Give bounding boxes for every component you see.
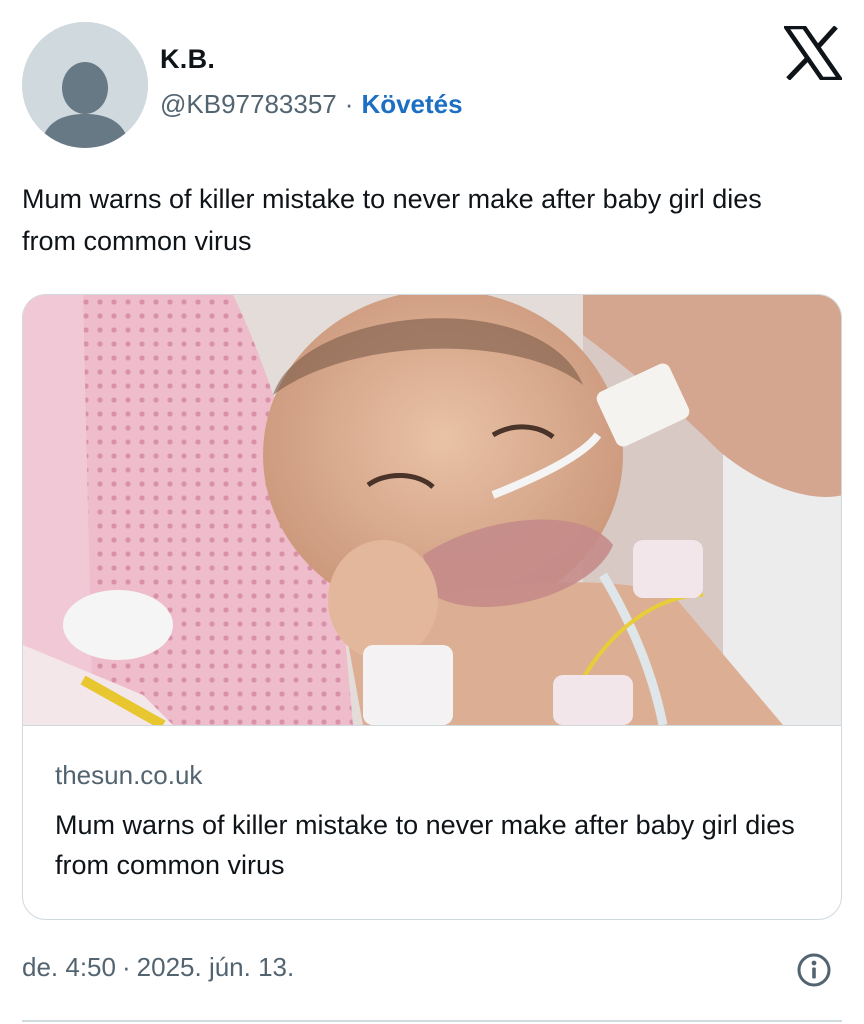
x-logo-icon[interactable] xyxy=(781,24,845,82)
bottom-divider xyxy=(22,1020,842,1022)
info-icon[interactable] xyxy=(796,952,832,988)
separator-dot: · xyxy=(344,89,354,119)
tweet-date: 2025. jún. 13. xyxy=(136,952,295,982)
tweet-time: de. 4:50 xyxy=(22,952,116,982)
default-user-avatar-icon xyxy=(22,22,148,148)
follow-button[interactable]: Követés xyxy=(361,89,462,119)
author-display-name[interactable]: K.B. xyxy=(160,44,215,75)
tweet-timestamp[interactable]: de. 4:50 · 2025. jún. 13. xyxy=(22,952,294,983)
author-handle-row: @KB97783357 · Követés xyxy=(160,89,463,120)
avatar[interactable] xyxy=(22,22,148,148)
card-domain: thesun.co.uk xyxy=(55,760,203,790)
author-handle[interactable]: @KB97783357 xyxy=(160,89,337,119)
tweet-text: Mum warns of killer mistake to never mak… xyxy=(22,184,762,256)
separator-dot: · xyxy=(121,952,131,982)
news-photo-baby-in-hospital[interactable] xyxy=(23,295,841,725)
card-title: Mum warns of killer mistake to never mak… xyxy=(55,810,795,880)
card-divider xyxy=(23,725,841,726)
link-preview-card[interactable]: thesun.co.uk Mum warns of killer mistake… xyxy=(22,294,842,920)
